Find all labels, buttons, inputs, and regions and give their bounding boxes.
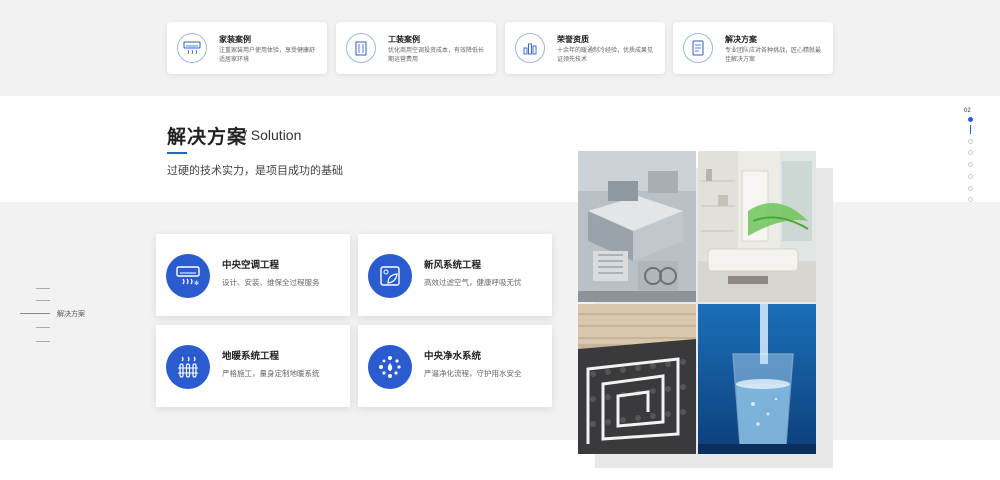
service-title: 地暖系统工程 [222,351,280,362]
side-nav-tick [36,288,50,289]
living-room-photo [698,151,816,302]
side-nav-tick [36,300,50,301]
service-card-floor-heating[interactable]: 地暖系统工程 严格施工，量身定制地暖系统 [156,325,350,407]
section-subtitle: 过硬的技术实力，是项目成功的基础 [167,165,343,177]
pager-progress-line [970,125,971,134]
pager-dot-active[interactable] [968,117,973,122]
air-conditioner-icon: ✻ [166,254,210,298]
section-title-en: / Solution [243,127,302,143]
service-desc: 严格施工，量身定制地暖系统 [222,369,320,378]
feature-title: 解决方案 [725,35,757,44]
pager-dot[interactable] [968,139,973,144]
fresh-air-icon [368,254,412,298]
feature-card-solutions[interactable]: 解决方案 专业团队应对各种挑战，匠心精就最佳解决方案 [673,22,833,74]
service-card-central-ac[interactable]: ✻ 中央空调工程 设计、安装、维保全过程服务 [156,234,350,316]
water-purifier-icon [368,345,412,389]
top-feature-band [0,0,1000,96]
side-nav-tick [36,341,50,342]
floor-heating-icon [166,345,210,389]
service-title: 新风系统工程 [424,260,482,271]
service-desc: 高效过滤空气，健康呼吸无忧 [424,278,522,287]
feature-title: 荣誉资质 [557,35,589,44]
feature-desc: 注重家装用户使用体验，享受健康舒适居家环境 [219,48,316,63]
service-card-fresh-air[interactable]: 新风系统工程 高效过滤空气，健康呼吸无忧 [358,234,552,316]
service-desc: 设计、安装、维保全过程服务 [222,278,320,287]
air-conditioner-icon [177,33,207,63]
feature-desc: 专业团队应对各种挑战，匠心精就最佳解决方案 [725,48,822,63]
pager-dot[interactable] [968,150,973,155]
pager-dot[interactable] [968,186,973,191]
feature-title: 家装案例 [219,35,251,44]
service-title: 中央空调工程 [222,260,280,271]
feature-desc: 优化商用空调投资成本，有效降低长期运营费用 [388,48,485,63]
side-nav-active-tick [20,313,50,314]
side-nav-tick [36,327,50,328]
floor-heating-photo [578,304,696,454]
feature-card-commercial-cases[interactable]: 工装案例 优化商用空调投资成本，有效降低长期运营费用 [336,22,496,74]
feature-desc: 十余年的暖通制冷经验，优质成果见证领先技术 [557,48,654,63]
building-icon [346,33,376,63]
feature-title: 工装案例 [388,35,420,44]
section-title: 解决方案 [167,127,248,148]
rooftop-ac-photo [578,151,696,302]
pager-dot[interactable] [968,174,973,179]
pager-current: 02 [964,108,971,114]
service-desc: 严逼净化流程，守护用水安全 [424,369,522,378]
pager-dot[interactable] [968,162,973,167]
service-title: 中央净水系统 [424,351,482,362]
title-underline [167,152,187,154]
service-card-water-purifier[interactable]: 中央净水系统 严逼净化流程，守护用水安全 [358,325,552,407]
trophy-chart-icon [515,33,545,63]
side-nav-label[interactable]: 解决方案 [57,309,85,319]
document-icon [683,33,713,63]
pager-dot[interactable] [968,197,973,202]
feature-card-home-cases[interactable]: 家装案例 注重家装用户使用体验，享受健康舒适居家环境 [167,22,327,74]
svg-text:✻: ✻ [194,280,199,287]
water-glass-photo [698,304,816,454]
feature-card-honors[interactable]: 荣誉资质 十余年的暖通制冷经验，优质成果见证领先技术 [505,22,665,74]
